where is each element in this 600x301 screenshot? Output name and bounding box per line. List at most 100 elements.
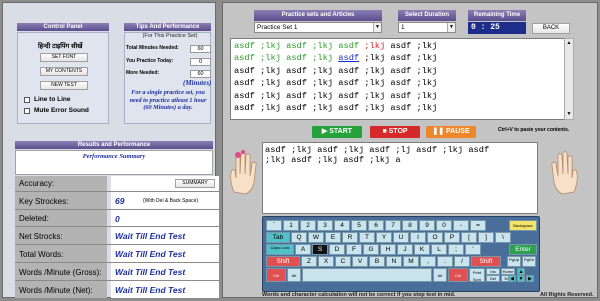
- key-minus[interactable]: -: [453, 220, 469, 231]
- key-semicolon[interactable]: ;: [448, 244, 464, 255]
- shift-right-key[interactable]: Shift: [471, 256, 501, 267]
- total-words-label: Total Words:: [19, 249, 64, 259]
- key-l[interactable]: L: [431, 244, 447, 255]
- home-key[interactable]: Home: [501, 268, 515, 275]
- arrow-right-icon[interactable]: ▶: [526, 275, 534, 282]
- key-z[interactable]: Z: [301, 256, 317, 267]
- key-q[interactable]: Q: [291, 232, 307, 243]
- summary-button[interactable]: SUMMARY: [175, 179, 215, 188]
- pgup-key[interactable]: PgUp: [507, 256, 521, 267]
- caps-lock-key[interactable]: Caps Lock: [266, 244, 294, 255]
- tab-key[interactable]: Tab: [266, 232, 290, 243]
- back-button[interactable]: BACK: [532, 23, 570, 34]
- line-to-line-label: Line to Line: [34, 96, 71, 103]
- print-screen-key[interactable]: Print Scrn: [469, 268, 485, 282]
- key-0[interactable]: 0: [436, 220, 452, 231]
- wpm-gross-row: Words /Minute (Gross): Wait Till End Tes…: [15, 264, 219, 281]
- line-to-line-checkbox[interactable]: [24, 97, 30, 103]
- key-bracket-left[interactable]: [: [461, 232, 477, 243]
- key-j[interactable]: J: [397, 244, 413, 255]
- key-p[interactable]: P: [444, 232, 460, 243]
- key-u[interactable]: U: [393, 232, 409, 243]
- key-k[interactable]: K: [414, 244, 430, 255]
- key-8[interactable]: 8: [402, 220, 418, 231]
- practice-today-label: You Practice Today:: [126, 58, 174, 64]
- practice-text-scrollbar[interactable]: ▲ ▼: [564, 38, 574, 120]
- key-6[interactable]: 6: [368, 220, 384, 231]
- del-key[interactable]: Del: [486, 275, 500, 282]
- key-d[interactable]: D: [329, 244, 345, 255]
- chevron-down-icon[interactable]: ▼: [447, 23, 455, 32]
- stop-button[interactable]: ■ STOP: [370, 126, 420, 138]
- total-minutes-value: 60: [190, 45, 211, 53]
- new-test-button[interactable]: NEW TEST: [40, 81, 88, 90]
- alt-right-key[interactable]: Alt: [433, 268, 447, 282]
- key-i[interactable]: I: [410, 232, 426, 243]
- key-period[interactable]: .: [437, 256, 453, 267]
- key-s-active[interactable]: S: [312, 244, 328, 255]
- key-backtick[interactable]: `: [266, 220, 282, 231]
- scroll-up-icon[interactable]: ▲: [566, 40, 572, 46]
- scroll-down-icon[interactable]: ▼: [566, 111, 572, 117]
- key-slash[interactable]: /: [454, 256, 470, 267]
- arrow-up-icon[interactable]: ▲: [517, 268, 525, 275]
- pause-button[interactable]: ❚❚ PAUSE: [426, 126, 476, 138]
- my-contents-button[interactable]: MY CONTENTS: [40, 67, 88, 76]
- key-h[interactable]: H: [380, 244, 396, 255]
- key-9[interactable]: 9: [419, 220, 435, 231]
- start-button[interactable]: ▶ START: [312, 126, 362, 138]
- typing-input-area[interactable]: asdf ;lkj asdf ;lkj asdf ;lj asdf ;lkj a…: [262, 142, 538, 214]
- key-quote[interactable]: ': [465, 244, 481, 255]
- calculation-warning: Words and character calculation will not…: [262, 292, 456, 298]
- chevron-down-icon[interactable]: ▼: [373, 23, 381, 32]
- backspace-key[interactable]: Backspace: [509, 220, 537, 231]
- key-g[interactable]: G: [363, 244, 379, 255]
- ctrl-right-key[interactable]: Ctrl: [448, 268, 468, 282]
- ctrl-left-key[interactable]: Ctrl: [266, 268, 286, 282]
- key-v[interactable]: V: [352, 256, 368, 267]
- key-7[interactable]: 7: [385, 220, 401, 231]
- key-b[interactable]: B: [369, 256, 385, 267]
- key-equals[interactable]: =: [470, 220, 486, 231]
- tips-note: For a single practice set, you need to p…: [129, 89, 207, 111]
- key-bracket-right[interactable]: ]: [478, 232, 494, 243]
- ins-key[interactable]: Ins: [486, 268, 500, 275]
- key-f[interactable]: F: [346, 244, 362, 255]
- arrow-down-icon[interactable]: ▼: [517, 275, 525, 282]
- remaining-time-title: Remaining Time: [468, 10, 526, 21]
- practice-line: asdf ;lkj asdf ;lkj asdf ;lkj asdf ;lkj: [234, 53, 438, 64]
- key-backslash[interactable]: \: [495, 232, 511, 243]
- key-t[interactable]: T: [359, 232, 375, 243]
- key-1[interactable]: 1: [283, 220, 299, 231]
- accuracy-row: Accuracy: SUMMARY: [15, 176, 219, 192]
- shift-left-key[interactable]: Shift: [266, 256, 300, 267]
- pgdn-key[interactable]: PgDn: [522, 256, 536, 267]
- key-x[interactable]: X: [318, 256, 334, 267]
- key-m[interactable]: M: [403, 256, 419, 267]
- key-e[interactable]: E: [325, 232, 341, 243]
- practice-set-select[interactable]: Practice Set 1 ▼: [254, 22, 382, 33]
- key-comma[interactable]: ,: [420, 256, 436, 267]
- key-w[interactable]: W: [308, 232, 324, 243]
- key-3[interactable]: 3: [317, 220, 333, 231]
- net-strokes-label: Net Strocks:: [19, 231, 63, 241]
- alt-left-key[interactable]: Alt: [287, 268, 301, 282]
- set-font-button[interactable]: SET FONT: [40, 53, 88, 62]
- mute-error-sound-checkbox[interactable]: [24, 108, 30, 114]
- arrow-left-icon[interactable]: ◀: [508, 275, 516, 282]
- key-n[interactable]: N: [386, 256, 402, 267]
- performance-summary-box: Performance Summary: [15, 150, 213, 175]
- key-r[interactable]: R: [342, 232, 358, 243]
- key-2[interactable]: 2: [300, 220, 316, 231]
- net-strokes-value: Wait Till End Test: [115, 231, 186, 241]
- performance-summary-title: Performance Summary: [82, 153, 146, 160]
- key-c[interactable]: C: [335, 256, 351, 267]
- key-a[interactable]: A: [295, 244, 311, 255]
- spacebar-key[interactable]: [302, 268, 432, 282]
- key-o[interactable]: O: [427, 232, 443, 243]
- duration-select[interactable]: 1 ▼: [398, 22, 456, 33]
- key-y[interactable]: Y: [376, 232, 392, 243]
- key-5[interactable]: 5: [351, 220, 367, 231]
- enter-key[interactable]: Enter: [509, 244, 537, 255]
- key-4[interactable]: 4: [334, 220, 350, 231]
